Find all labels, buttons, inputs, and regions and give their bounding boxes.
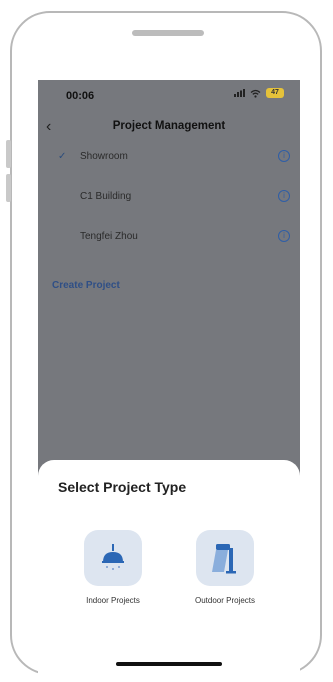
ceiling-lamp-icon [102, 544, 124, 570]
side-button-lower [6, 174, 11, 202]
indoor-tile[interactable] [84, 530, 142, 586]
project-name: C1 Building [80, 191, 132, 202]
project-row-tengfei-zhou[interactable]: Tengfei Zhou i [38, 224, 300, 254]
wifi-icon [250, 89, 261, 98]
status-bar: 00:06 47 [38, 80, 300, 110]
project-row-showroom[interactable]: ✓ Showroom i [38, 144, 300, 174]
speaker-grille [132, 30, 204, 36]
side-button-upper [6, 140, 11, 168]
project-type-sheet: Select Project Type Indoor Projects Outd… [38, 460, 300, 676]
outdoor-tile[interactable] [196, 530, 254, 586]
status-icons: 47 [234, 88, 284, 98]
signal-icon [234, 89, 245, 97]
app-screen: 00:06 47 ‹ Project Management ✓ Showroom… [38, 80, 300, 676]
project-row-c1-building[interactable]: C1 Building i [38, 184, 300, 214]
info-icon[interactable]: i [278, 230, 290, 242]
sheet-title: Select Project Type [58, 479, 187, 495]
check-icon: ✓ [58, 151, 67, 162]
indoor-projects-option[interactable]: Indoor Projects [58, 530, 168, 630]
nav-bar: ‹ Project Management [38, 116, 300, 140]
option-label: Indoor Projects [86, 596, 140, 605]
create-project-link[interactable]: Create Project [52, 280, 120, 291]
street-lamp-icon [212, 544, 236, 574]
info-icon[interactable]: i [278, 190, 290, 202]
info-icon[interactable]: i [278, 150, 290, 162]
status-time: 00:06 [66, 90, 95, 102]
project-name: Showroom [80, 151, 128, 162]
outdoor-projects-option[interactable]: Outdoor Projects [170, 530, 280, 630]
option-label: Outdoor Projects [194, 596, 256, 605]
battery-icon: 47 [266, 88, 284, 98]
project-name: Tengfei Zhou [80, 231, 138, 242]
page-title: Project Management [112, 120, 226, 132]
home-indicator[interactable] [116, 662, 222, 666]
